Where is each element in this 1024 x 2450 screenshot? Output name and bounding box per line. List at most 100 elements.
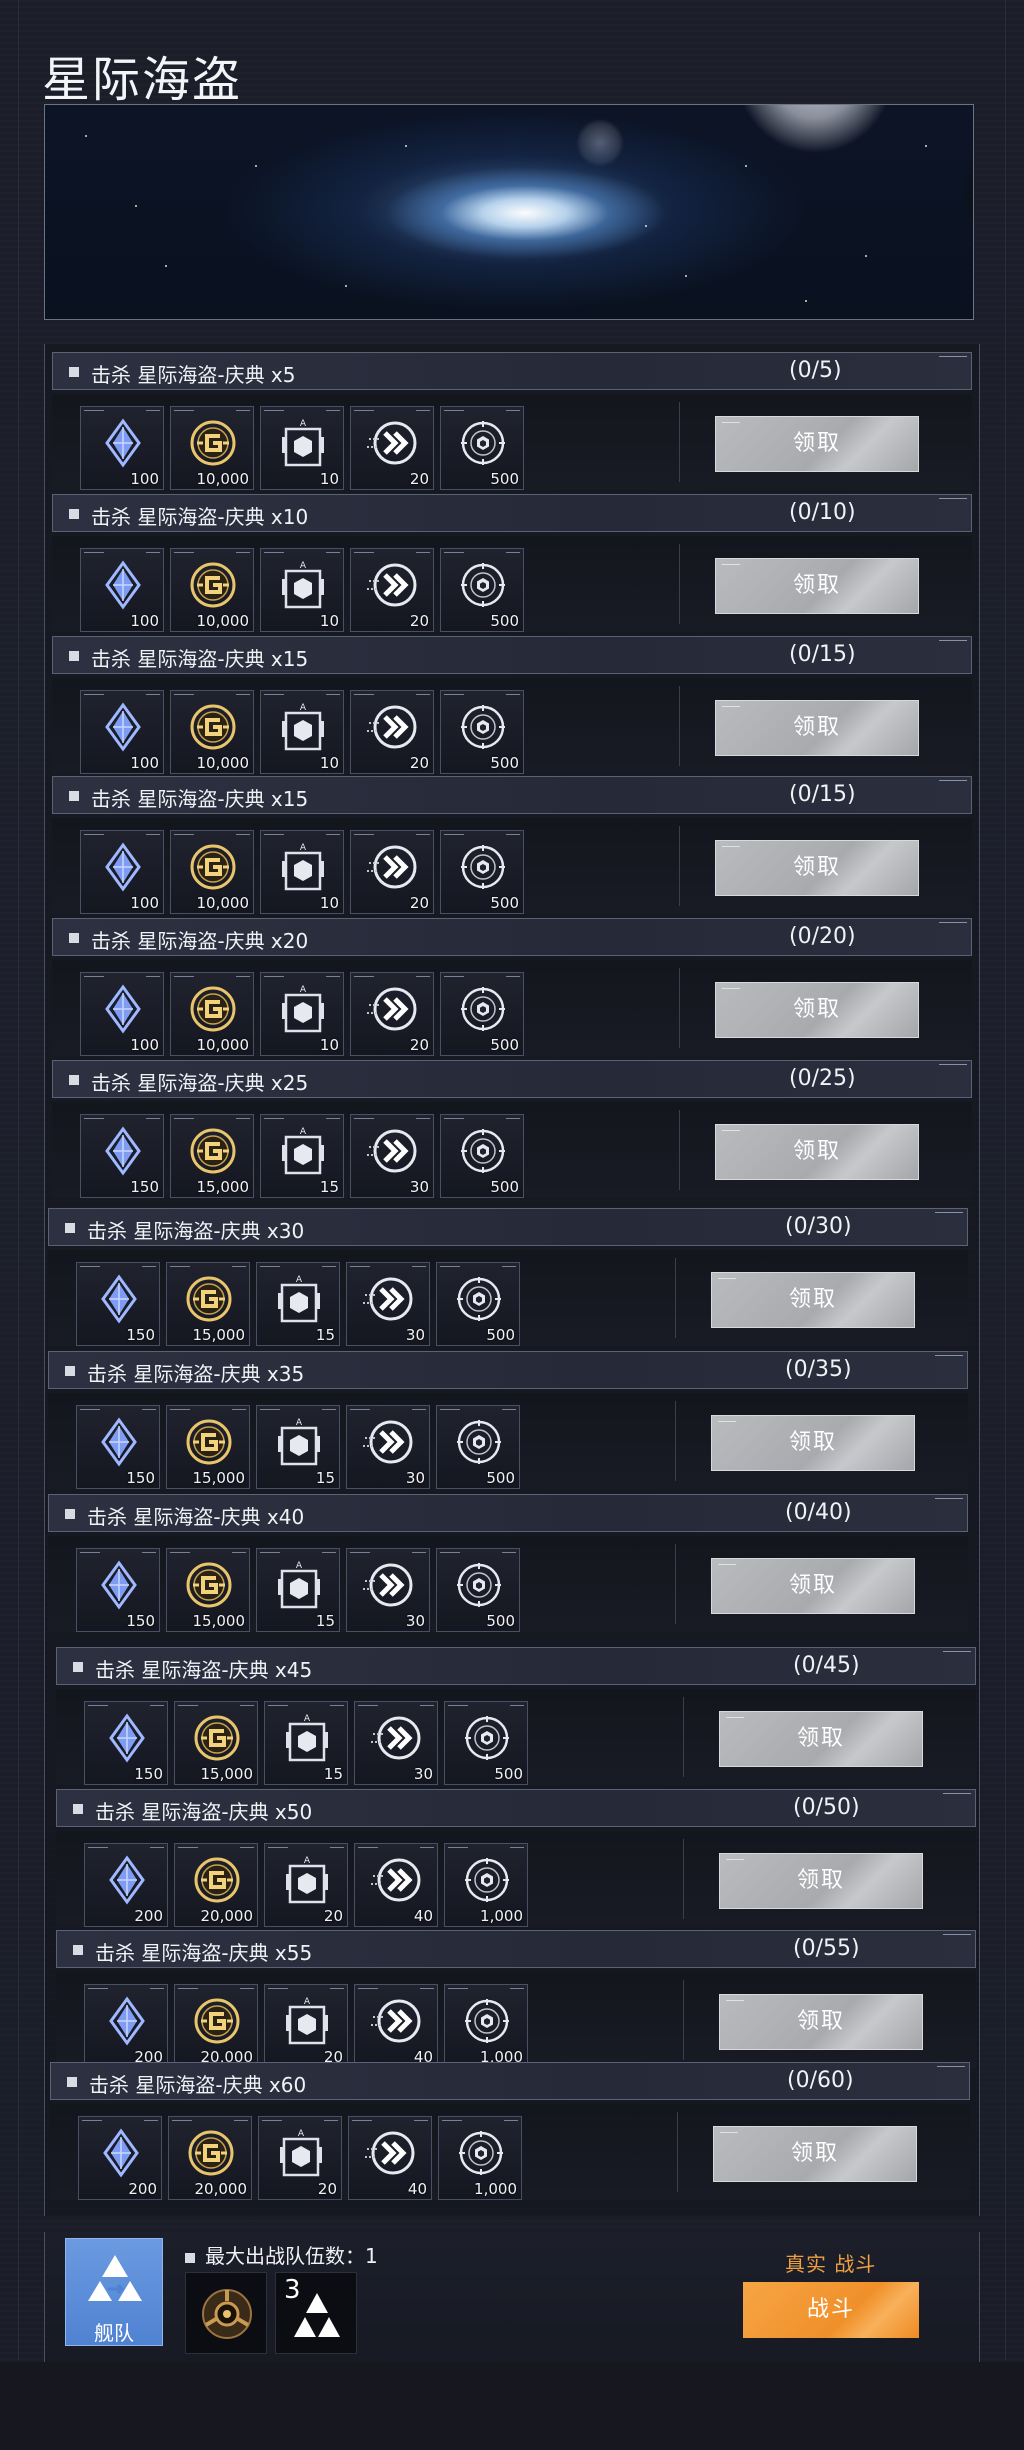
reward-item[interactable]: 40 bbox=[348, 2116, 432, 2200]
claim-button[interactable]: 领取 bbox=[711, 1415, 915, 1471]
reward-item[interactable]: 1,000 bbox=[438, 2116, 522, 2200]
reward-item[interactable]: 150 bbox=[76, 1405, 160, 1489]
reward-item[interactable]: 15,000 bbox=[174, 1701, 258, 1785]
row-divider bbox=[679, 826, 680, 906]
bullet-icon bbox=[69, 509, 79, 519]
reward-item[interactable]: 500 bbox=[444, 1701, 528, 1785]
reward-item[interactable]: 100 bbox=[80, 548, 164, 632]
claim-button[interactable]: 领取 bbox=[715, 840, 919, 896]
reward-item[interactable]: A 10 bbox=[260, 690, 344, 774]
reward-item[interactable]: 150 bbox=[84, 1701, 168, 1785]
reward-item[interactable]: 40 bbox=[354, 1843, 438, 1927]
reward-item[interactable]: A 15 bbox=[264, 1701, 348, 1785]
reward-item[interactable]: 40 bbox=[354, 1984, 438, 2068]
reward-item[interactable]: 200 bbox=[84, 1984, 168, 2068]
reward-item[interactable]: 20 bbox=[350, 406, 434, 490]
claim-button[interactable]: 领取 bbox=[715, 1124, 919, 1180]
reward-item[interactable]: 500 bbox=[440, 830, 524, 914]
hex-crate-icon: A bbox=[282, 1127, 324, 1175]
reward-item[interactable]: 20,000 bbox=[174, 1984, 258, 2068]
reward-quantity: 30 bbox=[413, 1765, 433, 1783]
reward-item[interactable]: 30 bbox=[346, 1262, 430, 1346]
task-progress: (0/60) bbox=[787, 2068, 854, 2093]
battle-button[interactable]: 战斗 bbox=[743, 2282, 919, 2338]
gold-coin-icon bbox=[186, 1276, 232, 1322]
claim-button[interactable]: 领取 bbox=[715, 416, 919, 472]
reward-item[interactable]: 20 bbox=[350, 548, 434, 632]
reward-item[interactable]: 200 bbox=[78, 2116, 162, 2200]
reward-item[interactable]: 500 bbox=[440, 406, 524, 490]
reward-item[interactable]: 500 bbox=[436, 1262, 520, 1346]
reward-quantity: 20 bbox=[323, 1907, 343, 1925]
reward-quantity: 500 bbox=[490, 470, 519, 488]
fleet-icon bbox=[88, 2255, 142, 2301]
claim-button[interactable]: 领取 bbox=[713, 2126, 917, 2182]
reward-item[interactable]: A 10 bbox=[260, 406, 344, 490]
core-compass-icon bbox=[457, 1420, 501, 1464]
reward-item[interactable]: 100 bbox=[80, 690, 164, 774]
reward-item[interactable]: 20 bbox=[350, 972, 434, 1056]
reward-quantity: 30 bbox=[405, 1612, 425, 1630]
reward-item[interactable]: 100 bbox=[80, 972, 164, 1056]
claim-button[interactable]: 领取 bbox=[711, 1272, 915, 1328]
reward-item[interactable]: A 20 bbox=[264, 1984, 348, 2068]
reward-item[interactable]: A 15 bbox=[260, 1114, 344, 1198]
fleet-slot-count[interactable]: 3 bbox=[275, 2272, 357, 2354]
reward-item[interactable]: A 10 bbox=[260, 548, 344, 632]
claim-button[interactable]: 领取 bbox=[719, 1711, 923, 1767]
row-divider bbox=[683, 1980, 684, 2060]
claim-button[interactable]: 领取 bbox=[719, 1853, 923, 1909]
reward-quantity: 500 bbox=[490, 612, 519, 630]
reward-item[interactable]: 15,000 bbox=[170, 1114, 254, 1198]
reward-item[interactable]: 15,000 bbox=[166, 1262, 250, 1346]
reward-item[interactable]: 20 bbox=[350, 830, 434, 914]
reward-item[interactable]: 20,000 bbox=[168, 2116, 252, 2200]
reward-item[interactable]: 150 bbox=[80, 1114, 164, 1198]
reward-item[interactable]: 20 bbox=[350, 690, 434, 774]
reward-item[interactable]: 20,000 bbox=[174, 1843, 258, 1927]
reward-item[interactable]: 10,000 bbox=[170, 972, 254, 1056]
hex-crate-icon: A bbox=[278, 1561, 320, 1609]
reward-item[interactable]: 30 bbox=[346, 1548, 430, 1632]
reward-item[interactable]: 500 bbox=[440, 1114, 524, 1198]
speed-arrows-icon bbox=[367, 1129, 417, 1173]
reward-item[interactable]: 10,000 bbox=[170, 690, 254, 774]
reward-item[interactable]: 10,000 bbox=[170, 548, 254, 632]
reward-item[interactable]: A 15 bbox=[256, 1262, 340, 1346]
reward-item[interactable]: 30 bbox=[354, 1701, 438, 1785]
fleet-slot-ship[interactable] bbox=[185, 2272, 267, 2354]
claim-button[interactable]: 领取 bbox=[715, 558, 919, 614]
reward-item[interactable]: 500 bbox=[440, 690, 524, 774]
reward-item[interactable]: 30 bbox=[350, 1114, 434, 1198]
reward-item[interactable]: A 10 bbox=[260, 972, 344, 1056]
reward-item[interactable]: 15,000 bbox=[166, 1405, 250, 1489]
claim-button[interactable]: 领取 bbox=[719, 1994, 923, 2050]
reward-item[interactable]: 100 bbox=[80, 406, 164, 490]
reward-item[interactable]: 1,000 bbox=[444, 1984, 528, 2068]
reward-item[interactable]: 500 bbox=[436, 1548, 520, 1632]
reward-item[interactable]: 200 bbox=[84, 1843, 168, 1927]
reward-item[interactable]: 15,000 bbox=[166, 1548, 250, 1632]
reward-item[interactable]: 500 bbox=[440, 548, 524, 632]
reward-item[interactable]: A 20 bbox=[258, 2116, 342, 2200]
reward-item[interactable]: 10,000 bbox=[170, 830, 254, 914]
reward-item[interactable]: A 15 bbox=[256, 1548, 340, 1632]
fleet-button[interactable]: 舰队 bbox=[65, 2238, 163, 2346]
claim-button[interactable]: 领取 bbox=[711, 1558, 915, 1614]
reward-item[interactable]: A 10 bbox=[260, 830, 344, 914]
reward-item[interactable]: A 20 bbox=[264, 1843, 348, 1927]
reward-item[interactable]: A 15 bbox=[256, 1405, 340, 1489]
reward-item[interactable]: 100 bbox=[80, 830, 164, 914]
claim-button[interactable]: 领取 bbox=[715, 982, 919, 1038]
reward-quantity: 15,000 bbox=[192, 1612, 246, 1630]
reward-item[interactable]: 10,000 bbox=[170, 406, 254, 490]
reward-item[interactable]: 500 bbox=[436, 1405, 520, 1489]
svg-text:A: A bbox=[300, 561, 307, 571]
reward-item[interactable]: 150 bbox=[76, 1548, 160, 1632]
reward-item[interactable]: 150 bbox=[76, 1262, 160, 1346]
task-row: 击杀 星际海盗-庆典 x30 (0/30) 150 15,000 A 15 30 500 领取 bbox=[48, 1208, 968, 1348]
claim-button[interactable]: 领取 bbox=[715, 700, 919, 756]
reward-item[interactable]: 500 bbox=[440, 972, 524, 1056]
reward-item[interactable]: 30 bbox=[346, 1405, 430, 1489]
reward-item[interactable]: 1,000 bbox=[444, 1843, 528, 1927]
